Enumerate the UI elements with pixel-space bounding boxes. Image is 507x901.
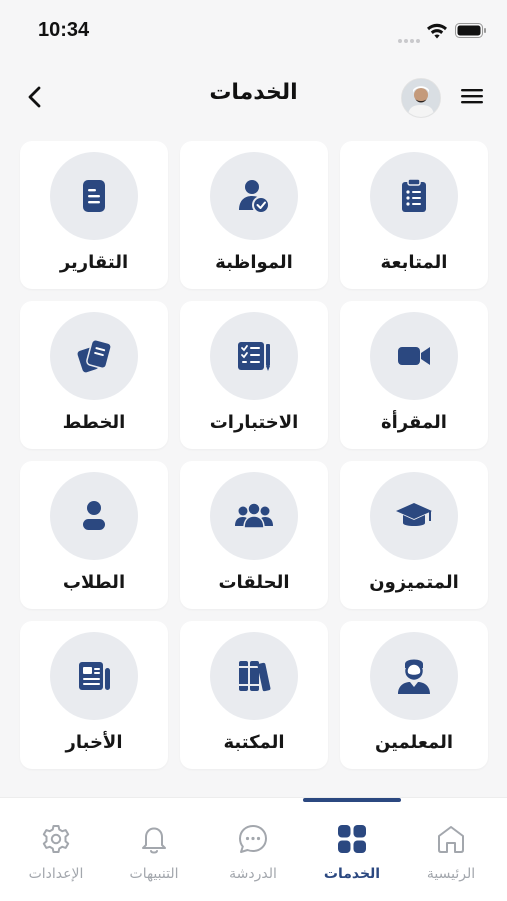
plans-documents-icon xyxy=(76,339,112,374)
service-card-plans[interactable]: الخطط xyxy=(20,301,168,449)
active-tab-indicator xyxy=(303,798,401,802)
settings-gear-icon xyxy=(42,825,70,853)
clipboard-list-icon xyxy=(402,178,426,212)
wifi-icon xyxy=(427,23,447,39)
service-card-news[interactable]: الأخبار xyxy=(20,621,168,769)
group-users-icon xyxy=(235,502,273,529)
battery-icon xyxy=(455,23,486,38)
grid-icon xyxy=(338,825,366,853)
service-card-reports[interactable]: التقارير xyxy=(20,141,168,289)
nav-label: الخدمات xyxy=(323,866,381,882)
service-label: الطلاب xyxy=(62,572,126,593)
service-label: الخطط xyxy=(62,412,126,433)
menu-icon[interactable] xyxy=(459,86,485,106)
service-label: الاختبارات xyxy=(209,412,299,433)
service-card-distinguished[interactable]: المتميزون xyxy=(340,461,488,609)
service-label: الأخبار xyxy=(65,732,123,753)
bell-icon xyxy=(142,827,166,854)
service-label: المكتبة xyxy=(223,732,285,753)
teacher-bearded-icon xyxy=(398,659,430,694)
nav-item-services[interactable]: الخدمات xyxy=(302,822,402,882)
avatar[interactable] xyxy=(401,78,441,118)
service-card-followup[interactable]: المتابعة xyxy=(340,141,488,289)
nav-item-notifications[interactable]: التنبيهات xyxy=(104,822,204,882)
service-label: التقارير xyxy=(59,252,129,273)
service-card-attendance[interactable]: المواظبة xyxy=(180,141,328,289)
library-books-icon xyxy=(239,661,271,692)
service-card-recitation[interactable]: المقرأة xyxy=(340,301,488,449)
nav-label: التنبيهات xyxy=(129,866,179,882)
service-label: المواظبة xyxy=(215,252,293,273)
status-time: 10:34 xyxy=(38,19,90,41)
nav-label: الرئيسية xyxy=(426,866,476,882)
student-person-icon xyxy=(83,501,105,530)
cellular-signal-icon xyxy=(398,28,422,47)
app-header: الخدمات xyxy=(0,62,507,132)
user-check-icon xyxy=(239,180,270,214)
bottom-nav: الرئيسية الخدمات الدردشة التنبيهات الإعد… xyxy=(0,797,507,901)
service-label: الحلقات xyxy=(218,572,290,593)
test-checklist-icon xyxy=(238,342,270,371)
service-label: المتميزون xyxy=(369,572,459,593)
service-card-tests[interactable]: الاختبارات xyxy=(180,301,328,449)
video-camera-icon xyxy=(398,347,430,365)
service-card-circles[interactable]: الحلقات xyxy=(180,461,328,609)
nav-item-settings[interactable]: الإعدادات xyxy=(6,822,106,882)
newspaper-icon xyxy=(79,662,110,690)
chat-bubble-icon xyxy=(239,825,267,853)
nav-label: الدردشة xyxy=(229,866,277,882)
status-bar: 10:34 xyxy=(0,0,507,62)
nav-item-chat[interactable]: الدردشة xyxy=(203,822,303,882)
service-card-library[interactable]: المكتبة xyxy=(180,621,328,769)
service-label: المقرأة xyxy=(381,412,447,433)
graduation-cap-icon xyxy=(396,503,432,526)
service-card-teachers[interactable]: المعلمين xyxy=(340,621,488,769)
nav-item-home[interactable]: الرئيسية xyxy=(401,822,501,882)
service-label: المعلمين xyxy=(374,732,454,753)
service-card-students[interactable]: الطلاب xyxy=(20,461,168,609)
home-icon xyxy=(438,826,464,853)
nav-label: الإعدادات xyxy=(28,866,84,882)
document-icon xyxy=(83,180,105,212)
service-label: المتابعة xyxy=(380,252,448,273)
